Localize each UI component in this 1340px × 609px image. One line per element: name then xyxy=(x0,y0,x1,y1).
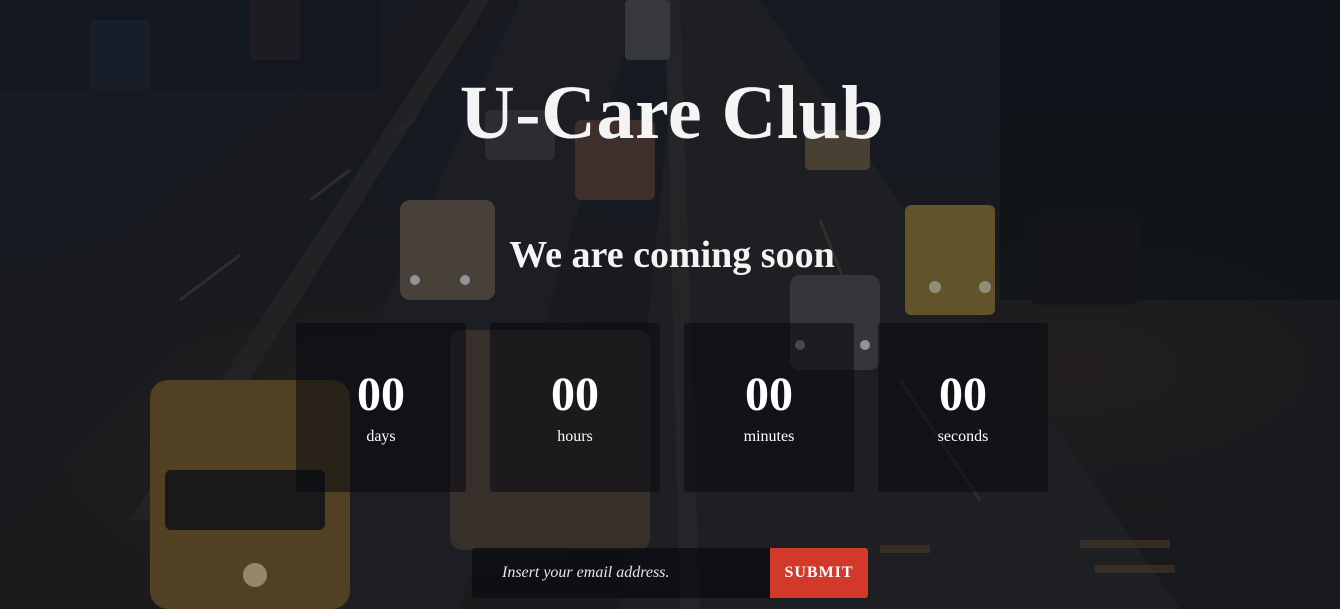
countdown-days-value: 00 xyxy=(357,368,405,421)
coming-soon-page: U-Care Club We are coming soon 00 days 0… xyxy=(0,0,1340,609)
countdown-hours: 00 hours xyxy=(490,323,660,492)
countdown-timer: 00 days 00 hours 00 minutes 00 seconds xyxy=(296,323,1048,492)
email-field[interactable] xyxy=(472,548,770,598)
countdown-seconds: 00 seconds xyxy=(878,323,1048,492)
countdown-days-label: days xyxy=(366,428,396,445)
countdown-hours-label: hours xyxy=(557,428,593,445)
subscribe-form: SUBMIT xyxy=(472,548,868,598)
countdown-hours-value: 00 xyxy=(551,368,599,421)
countdown-seconds-label: seconds xyxy=(937,428,989,445)
countdown-minutes: 00 minutes xyxy=(684,323,854,492)
countdown-minutes-label: minutes xyxy=(743,428,795,445)
page-subtitle: We are coming soon xyxy=(509,234,835,276)
submit-button[interactable]: SUBMIT xyxy=(770,548,868,598)
countdown-seconds-value: 00 xyxy=(939,368,987,421)
countdown-days: 00 days xyxy=(296,323,466,492)
page-title: U-Care Club xyxy=(459,71,885,155)
countdown-minutes-value: 00 xyxy=(745,368,793,421)
